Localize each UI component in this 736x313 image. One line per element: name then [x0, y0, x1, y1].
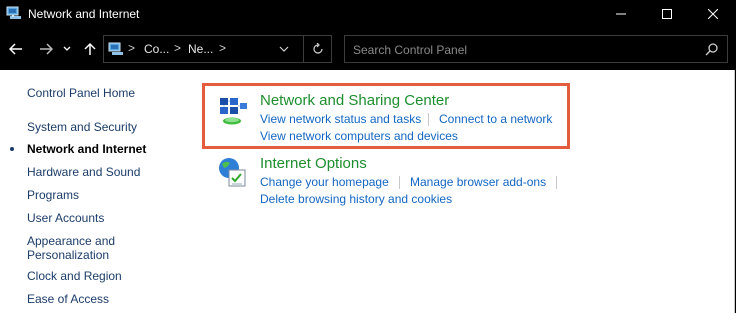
address-dropdown-button[interactable] — [276, 41, 292, 57]
search-icon[interactable] — [704, 42, 720, 58]
forward-button[interactable] — [36, 39, 56, 59]
breadcrumb-separator: > — [219, 41, 227, 55]
recent-locations-button[interactable] — [60, 39, 74, 59]
manage-add-ons-link[interactable]: Manage browser add-ons — [410, 175, 546, 189]
search-placeholder: Search Control Panel — [353, 43, 468, 57]
content-area: Control Panel Home System and Security N… — [0, 70, 735, 313]
view-network-status-link[interactable]: View network status and tasks — [260, 112, 421, 126]
address-bar[interactable]: > Co... > Ne... > — [103, 35, 332, 63]
internet-options-icon — [216, 156, 250, 190]
control-panel-window: Network and Internet > Co... > Ne... > S… — [0, 0, 736, 313]
sidebar-item-user-accounts[interactable]: User Accounts — [27, 211, 104, 225]
minimize-button[interactable] — [598, 0, 644, 28]
breadcrumb-control-panel[interactable]: Co... — [144, 42, 169, 56]
sidebar-item-programs[interactable]: Programs — [27, 188, 79, 202]
sidebar-item-clock-and-region[interactable]: Clock and Region — [27, 269, 122, 283]
sidebar-item-hardware-and-sound[interactable]: Hardware and Sound — [27, 165, 140, 179]
link-separator — [428, 113, 429, 126]
change-homepage-link[interactable]: Change your homepage — [260, 175, 389, 189]
view-network-computers-link[interactable]: View network computers and devices — [260, 129, 458, 143]
internet-options-title[interactable]: Internet Options — [260, 155, 367, 172]
control-panel-icon — [6, 5, 22, 21]
refresh-icon — [312, 43, 323, 54]
arrow-up-icon — [84, 42, 96, 55]
arrow-left-icon — [9, 43, 22, 55]
sidebar: Control Panel Home System and Security N… — [0, 70, 190, 313]
maximize-button[interactable] — [644, 0, 690, 28]
navigation-bar: > Co... > Ne... > Search Control Panel — [0, 28, 736, 70]
link-separator — [399, 176, 400, 189]
active-bullet-icon — [10, 147, 14, 151]
window-title: Network and Internet — [28, 7, 140, 21]
breadcrumb-separator: > — [174, 41, 182, 55]
sidebar-item-appearance-and-personalization[interactable]: Appearance and Personalization — [27, 234, 127, 262]
breadcrumb-network[interactable]: Ne... — [188, 42, 213, 56]
delete-browsing-history-link[interactable]: Delete browsing history and cookies — [260, 192, 452, 206]
back-button[interactable] — [6, 39, 26, 59]
sidebar-item-network-and-internet: Network and Internet — [27, 142, 147, 156]
link-separator — [556, 176, 557, 189]
search-box[interactable]: Search Control Panel — [344, 35, 728, 63]
breadcrumb-separator: > — [128, 41, 136, 55]
network-sharing-center-icon — [216, 95, 250, 129]
sidebar-item-control-panel-home[interactable]: Control Panel Home — [27, 86, 135, 100]
network-and-sharing-center-title[interactable]: Network and Sharing Center — [260, 92, 449, 109]
connect-to-network-link[interactable]: Connect to a network — [439, 112, 552, 126]
close-button[interactable] — [690, 0, 736, 28]
control-panel-icon — [108, 41, 124, 57]
chevron-down-icon — [63, 46, 71, 51]
sidebar-item-ease-of-access[interactable]: Ease of Access — [27, 292, 109, 306]
sidebar-item-system-and-security[interactable]: System and Security — [27, 120, 137, 134]
up-button[interactable] — [80, 39, 100, 59]
arrow-right-icon — [40, 43, 53, 55]
refresh-button[interactable] — [303, 36, 331, 62]
chevron-down-icon — [279, 46, 289, 52]
title-bar: Network and Internet — [0, 0, 736, 28]
